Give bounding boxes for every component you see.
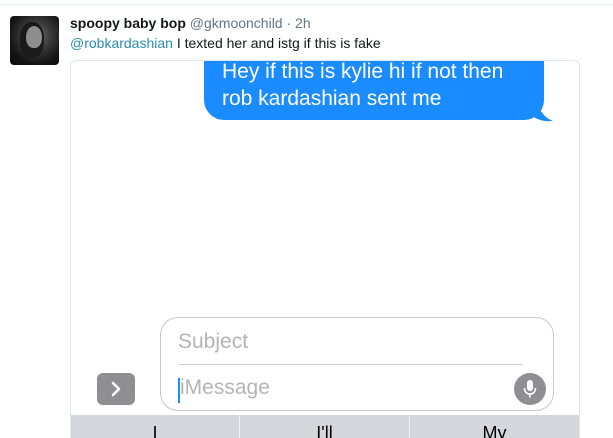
- tweet-time[interactable]: 2h: [295, 15, 311, 31]
- microphone-icon: [523, 380, 537, 398]
- imessage-field[interactable]: iMessage: [180, 376, 270, 400]
- display-name[interactable]: spoopy baby bop: [70, 15, 186, 31]
- subject-field[interactable]: Subject: [178, 330, 248, 354]
- handle[interactable]: @gkmoonchild: [190, 15, 283, 31]
- mention-link[interactable]: @robkardashian: [70, 35, 173, 51]
- bubble-tail: [531, 101, 553, 122]
- keyboard-suggestion-bar: I I'll My: [71, 415, 579, 438]
- tweet-body: I texted her and istg if this is fake: [172, 35, 381, 51]
- header-separator: ·: [286, 15, 292, 31]
- chevron-right-icon: [111, 381, 121, 397]
- avatar-face: [26, 26, 42, 48]
- microphone-button[interactable]: [514, 373, 546, 405]
- input-divider: [178, 364, 523, 365]
- tweet-header: spoopy baby bop @gkmoonchild · 2h: [70, 14, 311, 32]
- expand-button[interactable]: [97, 373, 135, 405]
- bubble-line-2: rob kardashian sent me: [222, 87, 442, 110]
- message-input-box[interactable]: Subject iMessage: [160, 317, 554, 411]
- avatar[interactable]: [10, 16, 59, 65]
- bubble-line-1: Hey if this is kylie hi if not then: [222, 60, 504, 83]
- tweet-media-screenshot[interactable]: Hey if this is kylie hi if not then rob …: [70, 60, 580, 438]
- tweet-text: @robkardashian I texted her and istg if …: [70, 34, 381, 52]
- top-divider: [0, 4, 613, 5]
- suggestion-key-1[interactable]: I: [71, 415, 239, 438]
- message-bubble: Hey if this is kylie hi if not then rob …: [204, 61, 544, 120]
- suggestion-key-3[interactable]: My: [410, 415, 579, 438]
- suggestion-key-2[interactable]: I'll: [240, 415, 409, 438]
